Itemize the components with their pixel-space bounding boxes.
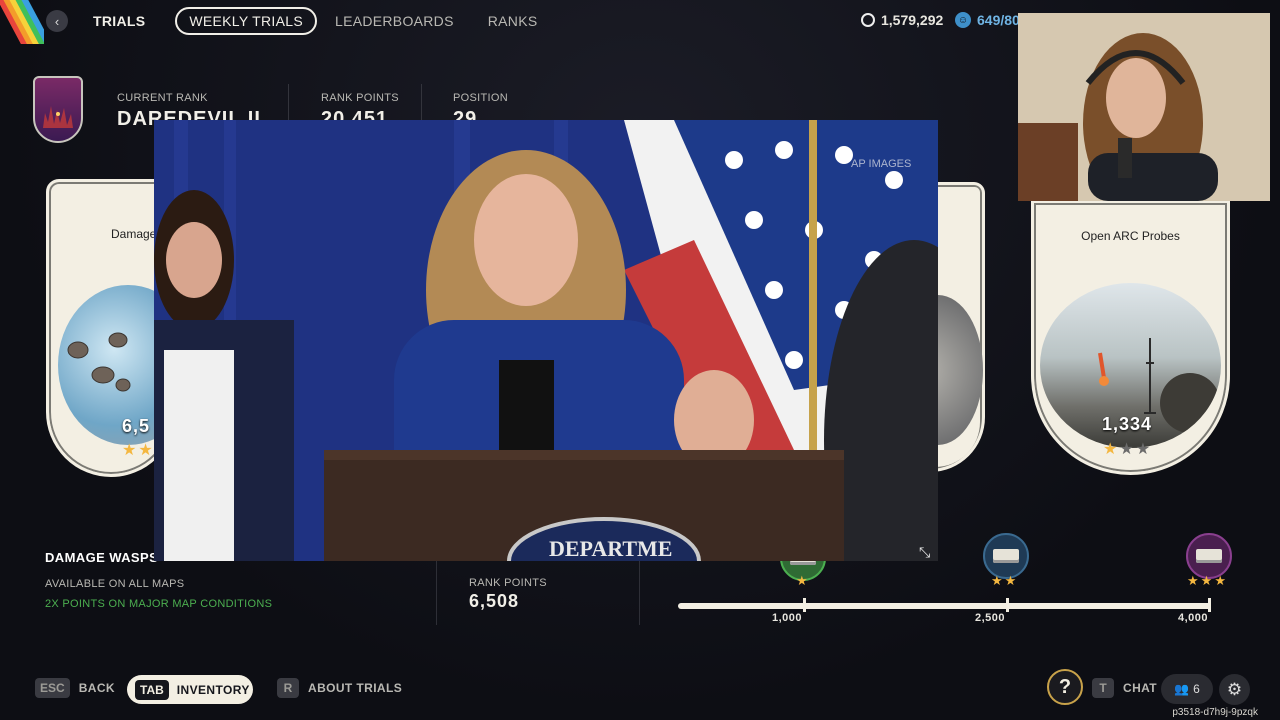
rank-points-label: RANK POINTS xyxy=(321,92,399,104)
chat-label: CHAT xyxy=(1123,681,1158,695)
info-divider xyxy=(436,560,437,625)
trial-card-points: 6,5 xyxy=(122,416,151,436)
back-label: BACK xyxy=(78,681,115,695)
crate-icon xyxy=(1196,549,1222,563)
progress-track xyxy=(678,603,1211,609)
inventory-label: INVENTORY xyxy=(176,682,250,697)
nav-section-title: TRIALS xyxy=(93,13,146,29)
progress-tick xyxy=(1208,598,1211,612)
t-key: T xyxy=(1092,678,1114,698)
trial-card-points: 1,334 xyxy=(1102,414,1153,434)
trial-card-title: Open ARC Probes xyxy=(1081,229,1180,243)
personal-rank-points-value: 6,508 xyxy=(469,591,520,611)
back-action[interactable]: ESC BACK xyxy=(35,678,115,698)
coin-amount: 1,579,292 xyxy=(881,12,944,28)
trial-card-stars: ★★★ xyxy=(1103,441,1153,458)
party-icon: 👥 xyxy=(1174,682,1190,696)
header-divider xyxy=(288,84,289,124)
milestone-label-2: 2,500 xyxy=(975,612,1006,624)
about-trials-action[interactable]: R ABOUT TRIALS xyxy=(277,678,402,698)
position-label: POSITION xyxy=(453,92,508,104)
tab-weekly-trials[interactable]: WEEKLY TRIALS xyxy=(175,7,317,35)
video-overlay[interactable]: DEPARTME AP IMAGES ⤡ xyxy=(154,120,938,561)
personal-rank-points-label: RANK POINTS xyxy=(469,577,547,589)
token-balance: ☺ 649/80 xyxy=(955,12,1020,28)
session-id: p3518-d7h9j-9pzqk xyxy=(1172,707,1258,718)
milestone-stars-3: ★★★ xyxy=(1187,573,1228,588)
video-watermark: AP IMAGES xyxy=(851,158,912,170)
milestone-stars-2: ★★ xyxy=(991,573,1019,588)
about-trials-label: ABOUT TRIALS xyxy=(308,681,403,695)
current-rank-label: CURRENT RANK xyxy=(117,92,208,104)
info-divider xyxy=(639,560,640,625)
inventory-button[interactable]: TAB INVENTORY xyxy=(127,675,253,704)
tab-ranks[interactable]: RANKS xyxy=(488,13,538,29)
party-button[interactable]: 👥 6 xyxy=(1161,674,1213,704)
rainbow-corner-decoration xyxy=(0,0,44,44)
coin-balance: 1,579,292 xyxy=(861,12,943,28)
party-count: 6 xyxy=(1193,682,1200,696)
coin-icon xyxy=(861,13,875,27)
svg-text:DEPARTME: DEPARTME xyxy=(549,536,672,561)
tab-key: TAB xyxy=(135,679,169,700)
tab-leaderboards[interactable]: LEADERBOARDS xyxy=(335,13,454,29)
back-chevron-icon[interactable]: ‹ xyxy=(46,10,68,32)
settings-gear-icon[interactable]: ⚙ xyxy=(1219,674,1250,705)
milestone-label-1: 1,000 xyxy=(772,612,803,624)
token-icon: ☺ xyxy=(955,12,971,28)
webcam-feed xyxy=(1018,13,1270,201)
video-frame: DEPARTME xyxy=(154,120,938,561)
crate-icon xyxy=(993,549,1019,563)
progress-tick xyxy=(1006,598,1009,612)
milestone-label-3: 4,000 xyxy=(1178,612,1209,624)
trial-name: DAMAGE WASPS xyxy=(45,550,159,565)
progress-tick xyxy=(803,598,806,612)
esc-key: ESC xyxy=(35,678,70,698)
token-amount: 649/80 xyxy=(977,12,1020,28)
chat-action[interactable]: T CHAT xyxy=(1092,678,1157,698)
trial-availability: AVAILABLE ON ALL MAPS xyxy=(45,578,185,590)
rank-badge-icon xyxy=(33,76,83,143)
trial-bonus: 2X POINTS ON MAJOR MAP CONDITIONS xyxy=(45,598,273,610)
help-icon[interactable]: ? xyxy=(1047,669,1083,705)
webcam-overlay xyxy=(1018,13,1270,201)
r-key: R xyxy=(277,678,299,698)
trial-card-stars: ★★ xyxy=(122,442,155,459)
trial-card-open-arc-probes[interactable]: Open ARC Probes 1,334 ★★★ xyxy=(1031,200,1230,475)
trial-card-hidden[interactable] xyxy=(893,182,985,472)
top-navigation: ‹ TRIALS WEEKLY TRIALS LEADERBOARDS RANK… xyxy=(46,7,538,35)
milestone-stars-1: ★ xyxy=(796,573,810,588)
header-divider xyxy=(421,84,422,124)
